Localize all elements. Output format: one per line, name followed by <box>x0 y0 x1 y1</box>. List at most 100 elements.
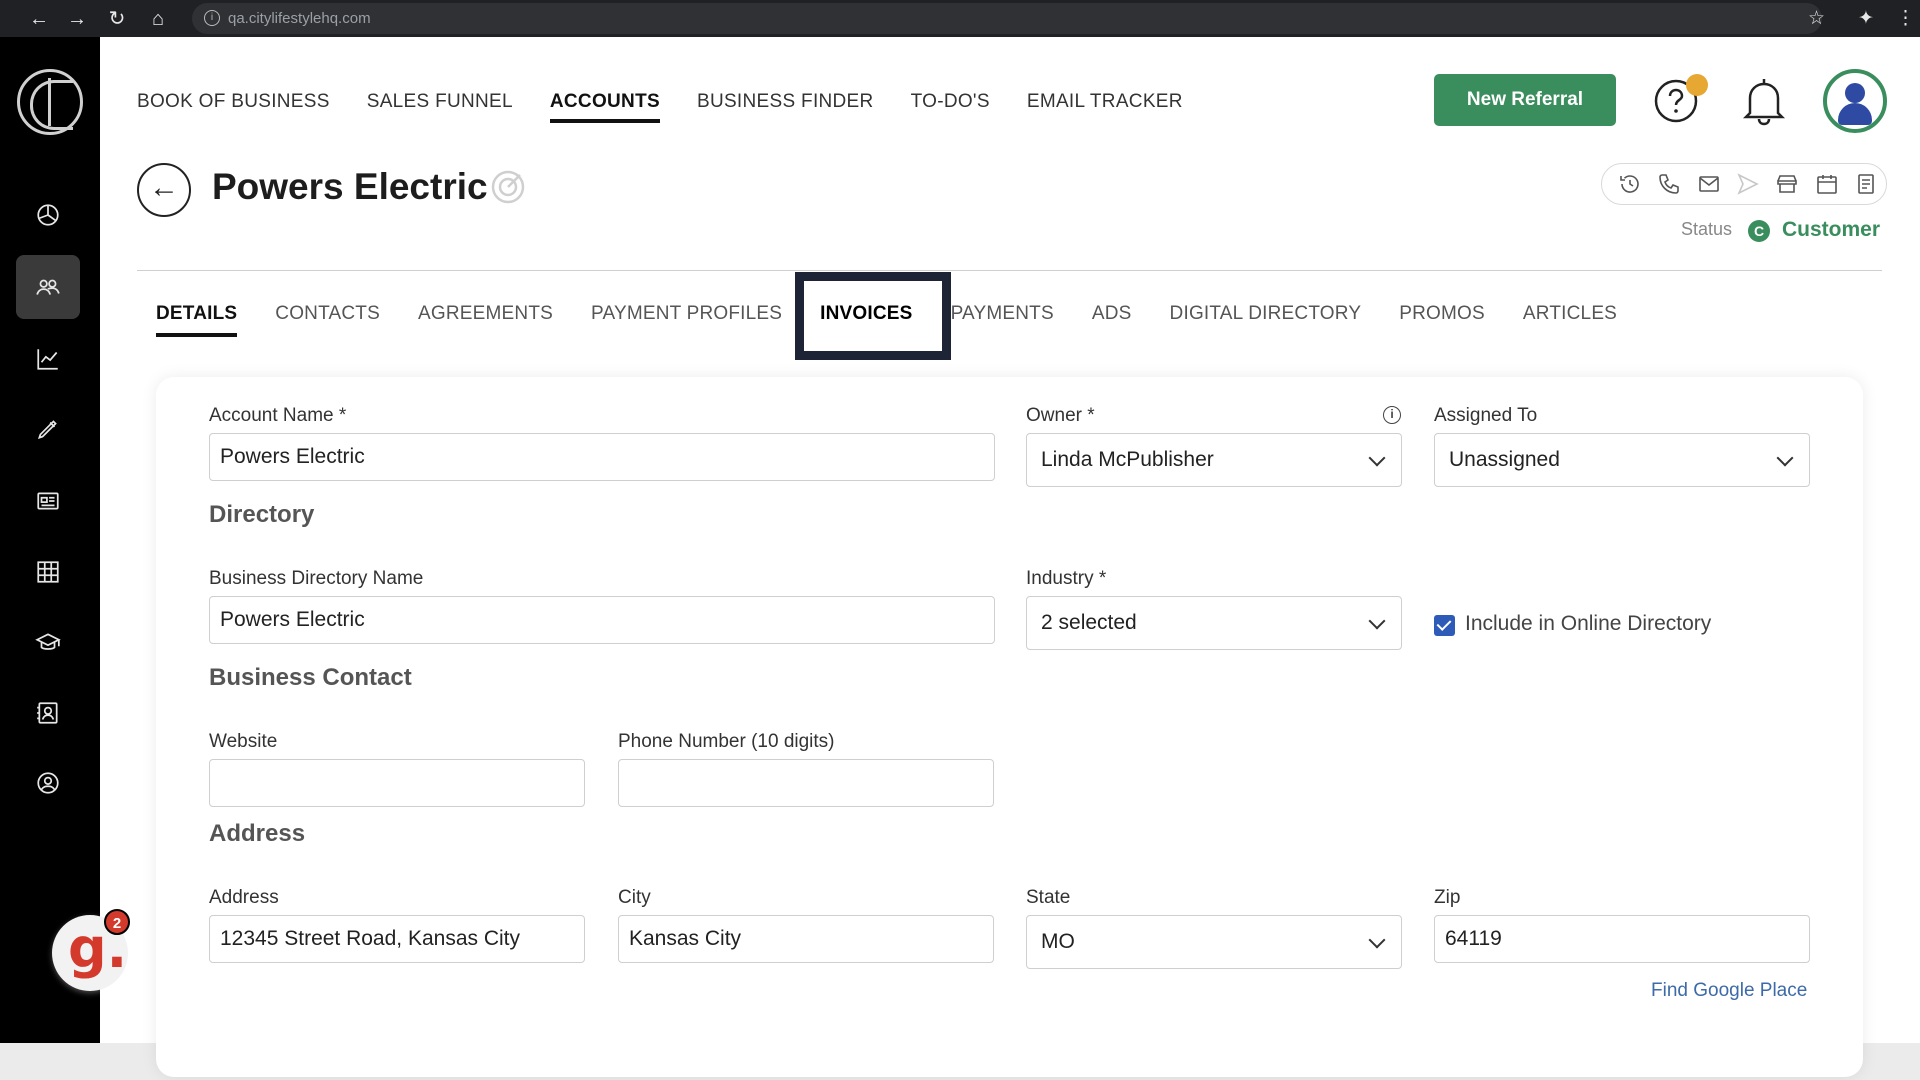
nav-accounts[interactable]: ACCOUNTS <box>549 91 660 123</box>
owner-select[interactable]: Linda McPublisher <box>1026 433 1402 487</box>
tab-payment-profiles[interactable]: PAYMENT PROFILES <box>591 303 782 337</box>
nav-business-finder[interactable]: BUSINESS FINDER <box>697 91 874 123</box>
status-value: Customer <box>1782 218 1881 241</box>
tab-promos[interactable]: PROMOS <box>1399 303 1485 337</box>
browser-home-icon[interactable]: ⌂ <box>145 6 171 32</box>
phone-input[interactable] <box>618 759 994 807</box>
tab-contacts[interactable]: CONTACTS <box>275 303 380 337</box>
storefront-icon[interactable] <box>1768 166 1807 202</box>
analytics-icon[interactable] <box>16 327 80 391</box>
page-title: Powers Electric <box>212 166 488 207</box>
include-online-directory-label[interactable]: Include in Online Directory <box>1465 612 1711 636</box>
extensions-icon[interactable]: ✦ <box>1858 6 1874 32</box>
owner-label: Owner * <box>1026 405 1095 426</box>
address-input[interactable]: 12345 Street Road, Kansas City <box>209 915 585 963</box>
industry-select[interactable]: 2 selected <box>1026 596 1402 650</box>
target-icon[interactable] <box>490 169 526 205</box>
directory-section-title: Directory <box>209 501 315 528</box>
status-label: Status <box>1681 219 1733 239</box>
assigned-to-value: Unassigned <box>1449 448 1560 471</box>
phone-icon[interactable] <box>1649 166 1688 202</box>
nav-sales-funnel[interactable]: SALES FUNNEL <box>367 91 513 123</box>
header-divider <box>137 270 1882 271</box>
chevron-down-icon <box>1368 612 1386 630</box>
chat-notification-count: 2 <box>104 909 130 935</box>
nav-email-tracker[interactable]: EMAIL TRACKER <box>1027 91 1183 123</box>
owner-select-value: Linda McPublisher <box>1041 448 1214 471</box>
tab-invoices[interactable]: INVOICES <box>795 272 952 360</box>
bookmark-star-icon[interactable]: ☆ <box>1808 6 1825 32</box>
tab-ads[interactable]: ADS <box>1092 303 1132 337</box>
accounts-icon[interactable] <box>16 255 80 319</box>
chat-widget-button[interactable]: g. 2 <box>52 909 130 991</box>
city-label: City <box>618 887 651 908</box>
nav-book-of-business[interactable]: BOOK OF BUSINESS <box>137 91 330 123</box>
assigned-to-select[interactable]: Unassigned <box>1434 433 1810 487</box>
zip-label: Zip <box>1434 887 1461 908</box>
top-nav: BOOK OF BUSINESS SALES FUNNEL ACCOUNTS B… <box>137 91 1220 123</box>
address-label: Address <box>209 887 279 908</box>
include-online-directory-checkbox[interactable] <box>1434 615 1455 636</box>
tab-details[interactable]: DETAILS <box>156 303 238 337</box>
new-referral-button[interactable]: New Referral <box>1434 74 1616 126</box>
details-form-card: Account Name * Powers Electric Owner * i… <box>156 377 1863 1077</box>
address-bar[interactable]: i qa.citylifestylehq.com <box>192 3 1822 34</box>
owner-info-icon[interactable]: i <box>1383 406 1401 424</box>
find-google-place-link[interactable]: Find Google Place <box>1651 980 1807 1002</box>
account-name-input[interactable]: Powers Electric <box>209 433 995 481</box>
business-directory-name-input[interactable]: Powers Electric <box>209 596 995 644</box>
email-icon[interactable] <box>1689 166 1728 202</box>
nav-todos[interactable]: TO-DO'S <box>911 91 990 123</box>
website-label: Website <box>209 731 278 752</box>
news-icon[interactable] <box>16 469 80 533</box>
back-arrow-icon[interactable]: ← <box>137 163 191 217</box>
avatar-body <box>1838 103 1872 125</box>
address-section-title: Address <box>209 820 306 847</box>
document-icon[interactable] <box>1847 166 1886 202</box>
avatar-head <box>1845 83 1865 103</box>
history-icon[interactable] <box>1610 166 1649 202</box>
grid-icon[interactable] <box>16 540 80 604</box>
tab-digital-directory[interactable]: DIGITAL DIRECTORY <box>1170 303 1362 337</box>
business-contact-section-title: Business Contact <box>209 664 412 691</box>
browser-menu-icon[interactable]: ⋮ <box>1896 6 1915 32</box>
chevron-down-icon <box>1368 449 1386 467</box>
chevron-down-icon <box>1776 449 1794 467</box>
quick-actions-bar <box>1601 163 1887 205</box>
browser-toolbar: ← → ↻ ⌂ i qa.citylifestylehq.com ☆ ✦ ⋮ <box>0 0 1920 37</box>
tab-articles[interactable]: ARTICLES <box>1523 303 1617 337</box>
industry-select-value: 2 selected <box>1041 611 1137 634</box>
site-info-icon[interactable]: i <box>204 10 220 26</box>
browser-reload-icon[interactable]: ↻ <box>104 6 130 32</box>
contacts-book-icon[interactable] <box>16 681 80 745</box>
industry-label: Industry * <box>1026 568 1107 589</box>
website-input[interactable] <box>209 759 585 807</box>
pen-icon[interactable] <box>16 397 80 461</box>
business-directory-name-label: Business Directory Name <box>209 568 424 589</box>
phone-label: Phone Number (10 digits) <box>618 731 835 752</box>
status-badge: C <box>1748 220 1770 242</box>
dashboard-icon[interactable] <box>16 183 80 247</box>
app-logo[interactable] <box>17 69 83 135</box>
zip-input[interactable]: 64119 <box>1434 915 1810 963</box>
browser-back-icon[interactable]: ← <box>26 6 52 32</box>
assigned-to-label: Assigned To <box>1434 405 1538 426</box>
calendar-icon[interactable] <box>1807 166 1846 202</box>
city-input[interactable]: Kansas City <box>618 915 994 963</box>
browser-forward-icon[interactable]: → <box>64 6 90 32</box>
help-notification-dot <box>1686 74 1708 96</box>
tab-agreements[interactable]: AGREEMENTS <box>418 303 553 337</box>
send-icon[interactable] <box>1728 166 1767 202</box>
user-circle-icon[interactable] <box>16 751 80 815</box>
sidebar: g. 2 <box>0 37 130 1043</box>
state-select-value: MO <box>1041 930 1075 953</box>
user-avatar[interactable] <box>1823 69 1887 133</box>
account-tabs: DETAILS CONTACTS AGREEMENTS PAYMENT PROF… <box>156 272 1655 360</box>
state-select[interactable]: MO <box>1026 915 1402 969</box>
chevron-down-icon <box>1368 931 1386 949</box>
url-text[interactable]: qa.citylifestylehq.com <box>228 10 371 27</box>
tab-payments[interactable]: PAYMENTS <box>951 303 1054 337</box>
education-icon[interactable] <box>16 611 80 675</box>
notifications-bell-icon[interactable] <box>1740 75 1788 127</box>
account-name-label: Account Name * <box>209 405 347 426</box>
